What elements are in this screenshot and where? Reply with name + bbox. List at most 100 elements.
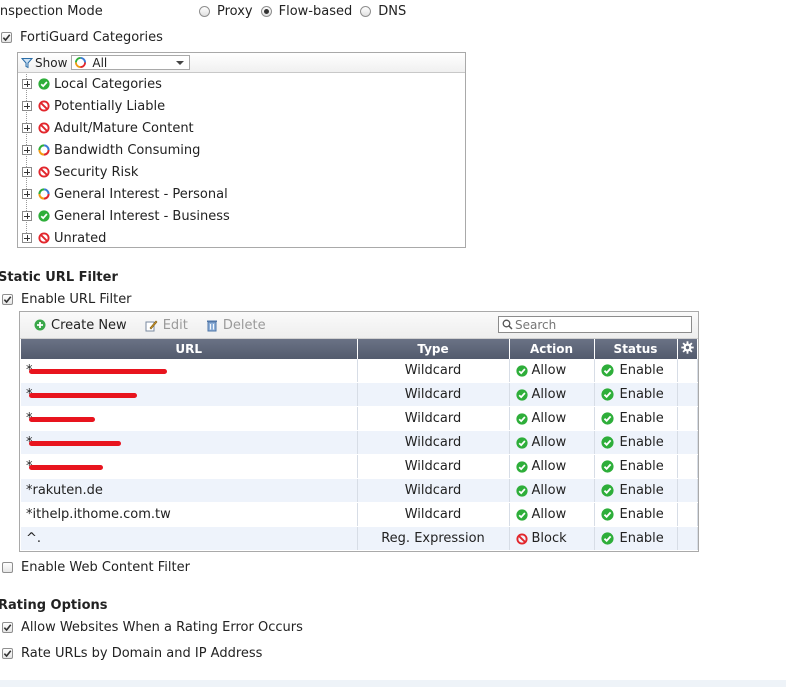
row-spacer	[677, 382, 698, 407]
url-cell: *	[21, 359, 358, 383]
action-cell: Allow	[509, 359, 595, 383]
category-row[interactable]: Local Categories	[18, 73, 162, 95]
url-filter-table: URL Type Action Status Wildcard Allow En…	[21, 339, 698, 551]
status-text: Enable	[619, 387, 664, 402]
gear-icon	[680, 341, 694, 354]
url-text: ^.	[26, 531, 42, 546]
web-content-filter-row: Enable Web Content Filter	[2, 558, 190, 576]
delete-button[interactable]: Delete	[206, 318, 266, 333]
block-icon	[38, 100, 50, 112]
row-spacer	[677, 502, 698, 527]
enable-url-filter-checkbox[interactable]	[2, 293, 13, 305]
column-header-action[interactable]: Action	[509, 339, 595, 359]
table-row[interactable]: *Wildcard Allow Enable	[21, 406, 698, 431]
expand-icon[interactable]	[22, 211, 32, 221]
fortiguard-categories-checkbox[interactable]	[1, 31, 12, 43]
category-row[interactable]: Adult/Mature Content	[18, 117, 194, 139]
static-url-filter-title: Static URL Filter	[0, 268, 118, 286]
rate-urls-checkbox[interactable]	[2, 647, 13, 659]
action-text: Allow	[531, 483, 567, 498]
url-cell: ^.	[21, 526, 358, 551]
action-text: Block	[531, 531, 567, 546]
trash-icon	[206, 320, 217, 331]
expand-icon[interactable]	[22, 79, 32, 89]
table-row[interactable]: ^. Reg. Expression Block Enable	[21, 526, 698, 551]
radio-proxy-label: Proxy	[217, 3, 253, 19]
url-cell: *	[21, 382, 358, 407]
status-text: Enable	[619, 363, 664, 378]
action-cell: Allow	[509, 454, 595, 479]
allow-icon	[38, 78, 50, 90]
action-text: Allow	[531, 507, 567, 522]
radio-proxy[interactable]	[199, 5, 210, 17]
web-content-filter-checkbox[interactable]	[2, 561, 13, 573]
status-cell: Enable	[594, 454, 678, 479]
radio-dns[interactable]	[360, 5, 372, 17]
static-url-filter-title-text: Static URL Filter	[0, 269, 118, 285]
url-filter-toolbar: Create New Edit Delete	[20, 312, 698, 339]
row-spacer	[677, 430, 698, 455]
category-label: General Interest - Personal	[54, 186, 228, 202]
show-filter-button[interactable]: Show	[18, 56, 67, 70]
status-cell: Enable	[594, 359, 678, 383]
table-row[interactable]: *rakuten.de Wildcard Allow Enable	[21, 478, 698, 503]
status-text: Enable	[619, 435, 664, 450]
create-new-label: Create New	[51, 317, 127, 333]
create-new-button[interactable]: Create New	[34, 318, 127, 333]
category-label: Bandwidth Consuming	[54, 142, 201, 158]
search-icon	[502, 319, 513, 330]
action-cell: Allow	[509, 382, 595, 407]
show-filter-select[interactable]: All	[71, 55, 191, 70]
expand-icon[interactable]	[22, 167, 32, 177]
allow-icon	[515, 388, 528, 401]
action-cell: Block	[509, 526, 595, 551]
status-cell: Enable	[594, 430, 678, 455]
category-row[interactable]: Security Risk	[18, 161, 138, 183]
category-row[interactable]: Unrated	[18, 227, 106, 249]
category-row[interactable]: General Interest - Business	[18, 205, 230, 227]
edit-label: Edit	[162, 317, 188, 333]
inspection-mode-options: Proxy Flow-based DNS	[199, 2, 406, 20]
radio-flow-based[interactable]	[260, 5, 272, 17]
status-text: Enable	[619, 531, 664, 546]
allow-icon	[515, 484, 528, 497]
category-row[interactable]: Potentially Liable	[18, 95, 165, 117]
search-input[interactable]	[513, 317, 687, 332]
expand-icon[interactable]	[22, 101, 32, 111]
edit-button[interactable]: Edit	[145, 318, 188, 333]
type-cell: Wildcard	[357, 359, 510, 383]
url-cell: *	[21, 406, 358, 431]
status-text: Enable	[619, 483, 664, 498]
expand-icon[interactable]	[22, 145, 32, 155]
url-cell: *ithelp.ithome.com.tw	[21, 502, 358, 527]
mixed-status-icon	[38, 144, 50, 156]
block-icon	[38, 166, 50, 178]
expand-icon[interactable]	[22, 233, 32, 243]
allow-icon	[38, 210, 50, 222]
url-cell: *	[21, 454, 358, 479]
enable-url-filter-label: Enable URL Filter	[21, 291, 132, 307]
allow-icon	[515, 460, 528, 473]
category-row[interactable]: Bandwidth Consuming	[18, 139, 200, 161]
allow-icon	[600, 412, 614, 425]
type-cell: Wildcard	[357, 430, 510, 455]
column-header-status[interactable]: Status	[594, 339, 678, 359]
footer-strip	[0, 680, 786, 687]
table-row[interactable]: *Wildcard Allow Enable	[21, 454, 698, 479]
action-cell: Allow	[509, 406, 595, 431]
expand-icon[interactable]	[22, 123, 32, 133]
category-row[interactable]: General Interest - Personal	[18, 183, 228, 205]
category-label: Local Categories	[54, 76, 162, 92]
action-cell: Allow	[509, 502, 595, 527]
table-row[interactable]: *ithelp.ithome.com.tw Wildcard Allow Enable	[21, 502, 698, 527]
column-header-url[interactable]: URL	[21, 339, 358, 359]
table-row[interactable]: *Wildcard Allow Enable	[21, 359, 698, 383]
show-filter-label: Show	[35, 55, 68, 70]
table-row[interactable]: *Wildcard Allow Enable	[21, 430, 698, 455]
table-row[interactable]: *Wildcard Allow Enable	[21, 382, 698, 407]
expand-icon[interactable]	[22, 189, 32, 199]
rating-error-checkbox[interactable]	[2, 621, 13, 633]
column-header-type[interactable]: Type	[357, 339, 510, 359]
column-settings-button[interactable]	[677, 339, 698, 359]
allow-icon	[515, 412, 528, 425]
